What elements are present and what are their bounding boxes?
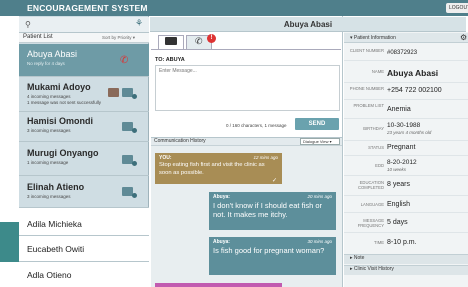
info-value: #08372923 [387,50,418,56]
info-value: 5 days [387,219,408,226]
logout-button[interactable]: LOGOUT [446,3,468,13]
patient-name: Hamisi Omondi [27,116,94,126]
info-label: PHONE NUMBER [349,86,384,91]
info-row-name: NAME Abuya Abasi [344,61,468,83]
patient-item[interactable]: Elinah Atieno 3 incoming messages [19,176,149,208]
patient-list-label: Patient List [23,34,53,40]
info-label: PROBLEM LIST [353,103,384,108]
sort-dropdown[interactable]: Sort by Priority ▾ [102,35,135,41]
message-bubble-received: Abuya: 30 mins ago Is fish good for preg… [209,237,336,275]
message-time: 12 mins ago [253,155,278,160]
info-row-time: TIME 8-10 p.m. [344,233,468,253]
info-value: 8-10 p.m. [387,239,417,246]
info-value: 8-20-2012 [387,159,417,166]
app-title: ENCOURAGEMENT SYSTEM [27,3,148,13]
message-text: Is fish good for pregnant woman? [213,246,325,255]
info-sub: 10 weeks [387,167,407,172]
info-row-problem: PROBLEM LIST Anemia [344,100,468,119]
info-label: LANGUAGE [360,202,384,207]
clinic-visit-label: ▸ Clinic Visit History [350,266,394,272]
message-badge-icon [132,94,137,99]
info-label: TIME [373,240,384,245]
patient-item[interactable]: Adila Michieka [19,208,149,236]
patient-name: Eucabeth Owiti [27,244,85,254]
patient-item[interactable]: Murugi Onyango 1 incoming message [19,142,149,176]
info-label: MESSAGE FREQUENCY [357,218,384,228]
patient-status: 4 incoming messages [27,94,71,99]
patient-name: Murugi Onyango [27,148,99,158]
patient-item[interactable]: Adla Otieno [19,262,149,287]
message-bubble-sent: YOU: 12 mins ago Stop eating fish first … [155,153,282,184]
info-row-birthday: BIRTHDAY 10-30-1988 23 years 4 months ol… [344,119,468,141]
alert-badge: ! [207,34,216,43]
character-counter: 0 / 160 characters, 1 message [226,123,287,128]
message-time: 30 mins ago [307,239,332,244]
info-label: BIRTHDAY [363,126,384,131]
gear-icon[interactable]: ⚙ [460,33,467,42]
phone-icon[interactable]: ✆ [120,55,128,66]
info-value: +254 722 002100 [387,87,442,94]
info-label: EDD [375,163,384,168]
patient-name: Adila Michieka [27,219,82,229]
patient-name: Elinah Atieno [27,182,85,192]
patient-status-secondary: 1 message was not sent successfully [27,100,102,105]
info-label: CLIENT NUMBER [349,48,384,53]
sms-icon [165,37,177,45]
check-icon: ✓ [272,178,278,184]
info-value: 8 years [387,181,410,188]
message-badge-icon [132,193,137,198]
history-label: Communication History [154,138,206,144]
message-text: I don't know if I should eat fish or not… [213,201,322,219]
info-row-client-number: CLIENT NUMBER #08372923 [344,44,468,61]
send-button[interactable]: SEND [295,118,339,130]
message-badge-icon [132,128,137,133]
call-icon: ✆ [195,36,203,46]
patient-name: Abuya Abasi [27,49,78,59]
recipient-label: TO: ABUYA [155,57,185,63]
side-decoration [0,222,20,262]
patient-item[interactable]: Eucabeth Owiti [19,236,149,262]
patient-list-toolbar [19,17,149,33]
message-bubble-partial [155,283,282,287]
info-row-phone: PHONE NUMBER +254 722 002100 [344,83,468,100]
patient-title: Abuya Abasi [283,20,333,29]
patient-name: Mukami Adoyo [27,82,91,92]
warning-message-icon [108,88,119,97]
info-value: English [387,201,410,208]
message-input[interactable] [155,65,340,111]
patient-item-active[interactable]: Abuya Abasi No reply for 4 days [19,44,149,77]
message-text: Stop eating fish first and visit the cli… [159,162,265,176]
search-icon[interactable]: ⚲ [25,20,31,29]
info-value: 10-30-1988 [387,122,421,129]
patient-status: No reply for 4 days [27,61,65,66]
add-patient-icon[interactable]: ⚘ [135,18,143,29]
info-value: Abuya Abasi [387,68,439,78]
info-label: NAME [371,69,384,74]
patient-item[interactable]: Mukami Adoyo 4 incoming messages 1 messa… [19,78,149,112]
info-row-frequency: MESSAGE FREQUENCY 5 days [344,213,468,233]
info-row-language: LANGUAGE English [344,196,468,213]
note-label: ▸ Note [350,255,365,261]
info-row-education: EDUCATION COMPLETED 8 years [344,176,468,196]
info-label: STATUS [368,145,384,150]
info-value: Pregnant [387,144,416,151]
message-time: 20 mins ago [307,194,332,199]
message-bubble-received: Abuya: 20 mins ago I don't know if I sho… [209,192,336,230]
info-row-edd: EDD 8-20-2012 10 weeks [344,156,468,176]
patient-item[interactable]: Hamisi Omondi 3 incoming messages [19,112,149,142]
info-row-status: STATUS Pregnant [344,141,468,156]
history-view-select[interactable]: Dialogue View ▾ [300,138,340,145]
message-badge-icon [132,161,137,166]
patient-name: Adla Otieno [27,270,72,280]
info-sub: 23 years 4 months old [387,130,432,135]
info-label: EDUCATION COMPLETED [357,180,384,190]
patient-status: 3 incoming messages [27,128,71,133]
patient-status: 3 incoming messages [27,194,71,199]
info-value: Anemia [387,106,411,113]
patient-info-title: ▾ Patient Information [350,35,396,41]
patient-status: 1 incoming message [27,160,69,165]
